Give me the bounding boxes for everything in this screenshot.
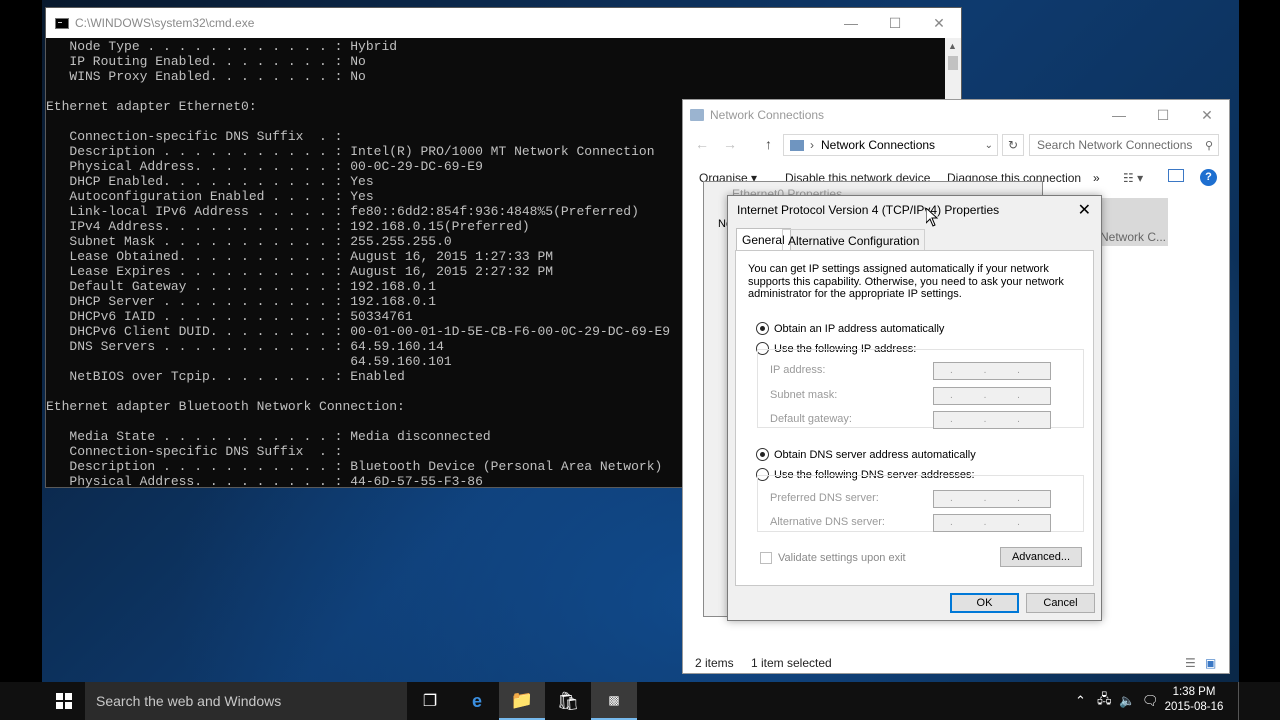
preferred-dns-label: Preferred DNS server: <box>770 492 879 504</box>
cmd-title: C:\WINDOWS\system32\cmd.exe <box>75 16 255 30</box>
cancel-button[interactable]: Cancel <box>1026 593 1095 613</box>
close-icon[interactable]: ✕ <box>1185 100 1229 130</box>
breadcrumb[interactable]: Network Connections <box>821 138 935 152</box>
up-arrow-icon[interactable]: ↑ <box>765 136 772 152</box>
search-placeholder: Search Network Connections <box>1037 138 1193 152</box>
desktop-edge-left <box>0 0 42 682</box>
cmd-window-controls: — ☐ ✕ <box>829 8 961 38</box>
taskbar: Search the web and Windows ❐ e 📁 🛍 ▩ ⌃ 🖧… <box>0 682 1280 720</box>
store-icon[interactable]: 🛍 <box>545 682 591 720</box>
clock-time: 1:38 PM <box>1172 686 1216 698</box>
maximize-icon[interactable]: ☐ <box>873 8 917 38</box>
change-view-icon[interactable]: ☷ ▾ <box>1123 171 1143 185</box>
control-panel-icon <box>790 139 804 151</box>
search-input[interactable]: Search Network Connections ⚲ <box>1029 134 1219 156</box>
edge-browser-icon[interactable]: e <box>454 682 500 720</box>
obtain-ip-auto-radio[interactable] <box>756 322 769 335</box>
mouse-cursor-icon <box>926 208 938 227</box>
cmd-output-line: IP Routing Enabled. . . . . . . . : No <box>46 54 366 69</box>
obtain-dns-auto-radio[interactable] <box>756 448 769 461</box>
intro-text: You can get IP settings assigned automat… <box>748 263 1064 300</box>
default-gateway-label: Default gateway: <box>770 413 852 425</box>
start-button[interactable] <box>44 682 84 720</box>
minimize-icon[interactable]: — <box>829 8 873 38</box>
show-desktop-button[interactable] <box>1238 682 1239 720</box>
more-commands-button[interactable]: » <box>1093 171 1100 185</box>
taskbar-search-input[interactable]: Search the web and Windows <box>85 682 407 720</box>
volume-icon[interactable]: 🔈 <box>1119 682 1135 720</box>
item-count: 2 items <box>695 656 734 670</box>
cmd-icon <box>55 17 69 29</box>
network-folder-icon <box>690 109 704 121</box>
windows-logo-icon <box>56 693 72 709</box>
scroll-up-icon[interactable]: ▲ <box>948 41 957 51</box>
clock-date: 2015-08-16 <box>1164 701 1224 713</box>
dns-settings-group: Preferred DNS server: . . . Alternative … <box>757 475 1084 532</box>
file-explorer-icon[interactable]: 📁 <box>499 682 545 720</box>
dialog-title: Internet Protocol Version 4 (TCP/IPv4) P… <box>737 203 1000 217</box>
task-view-icon[interactable]: ❐ <box>407 682 453 720</box>
desktop-edge-right <box>1239 0 1280 682</box>
preferred-dns-field[interactable]: . . . <box>933 490 1051 508</box>
details-view-icon[interactable]: ☰ <box>1185 656 1196 670</box>
advanced-button[interactable]: Advanced... <box>1000 547 1082 567</box>
tab-alternative-configuration[interactable]: Alternative Configuration <box>782 229 926 250</box>
subnet-mask-label: Subnet mask: <box>770 389 838 401</box>
obtain-ip-auto-radio-row[interactable]: Obtain an IP address automatically <box>756 322 944 335</box>
alternative-dns-field[interactable]: . . . <box>933 514 1051 532</box>
network-window-controls: — ☐ ✕ <box>1097 100 1229 130</box>
address-bar[interactable]: › Network Connections ⌄ <box>783 134 998 156</box>
cmd-output-line: Node Type . . . . . . . . . . . . : Hybr… <box>46 39 398 54</box>
search-icon[interactable]: ⚲ <box>1205 139 1213 152</box>
default-gateway-field[interactable]: . . . <box>933 411 1051 429</box>
obtain-dns-auto-label: Obtain DNS server address automatically <box>774 448 976 461</box>
ipv4-properties-dialog[interactable]: Internet Protocol Version 4 (TCP/IPv4) P… <box>727 195 1102 621</box>
ok-button[interactable]: OK <box>950 593 1019 613</box>
preview-pane-icon[interactable] <box>1168 169 1184 182</box>
subnet-mask-field[interactable]: . . . <box>933 387 1051 405</box>
validate-settings-checkbox[interactable] <box>760 552 772 564</box>
back-arrow-icon[interactable]: ← <box>695 136 709 152</box>
scroll-thumb[interactable] <box>948 56 958 70</box>
selection-count: 1 item selected <box>751 656 832 670</box>
help-icon[interactable]: ? <box>1200 169 1217 186</box>
ip-settings-group: IP address: . . . Subnet mask: . . . Def… <box>757 349 1084 429</box>
action-center-icon[interactable]: 🗨 <box>1142 682 1159 720</box>
validate-settings-row[interactable]: Validate settings upon exit <box>760 552 906 564</box>
network-icon[interactable]: 🖧 <box>1097 682 1112 720</box>
refresh-icon[interactable]: ↻ <box>1002 134 1024 156</box>
network-connections-title: Network Connections <box>710 108 825 122</box>
breadcrumb-separator-icon: › <box>810 138 814 152</box>
maximize-icon[interactable]: ☐ <box>1141 100 1185 130</box>
network-connections-titlebar[interactable]: Network Connections — ☐ ✕ <box>683 100 1229 130</box>
status-bar: 2 items 1 item selected ☰ ▣ <box>683 653 1231 673</box>
alternative-dns-label: Alternative DNS server: <box>770 516 885 528</box>
ip-address-label: IP address: <box>770 364 826 376</box>
chevron-down-icon[interactable]: ⌄ <box>985 140 993 151</box>
taskbar-clock[interactable]: 1:38 PM 2015-08-16 <box>1163 685 1225 715</box>
obtain-ip-auto-label: Obtain an IP address automatically <box>774 322 945 335</box>
forward-arrow-icon[interactable]: → <box>723 136 737 152</box>
show-hidden-icons-icon[interactable]: ⌃ <box>1075 682 1086 720</box>
ip-address-field[interactable]: . . . <box>933 362 1051 380</box>
minimize-icon[interactable]: — <box>1097 100 1141 130</box>
close-icon[interactable]: ✕ <box>917 8 961 38</box>
cmd-output-line <box>46 84 946 99</box>
address-bar-row: ← → ↑ › Network Connections ⌄ ↻ Search N… <box>683 132 1231 158</box>
cmd-titlebar[interactable]: C:\WINDOWS\system32\cmd.exe — ☐ ✕ <box>46 8 961 38</box>
list-item-selected[interactable]: Network C... <box>1098 198 1168 246</box>
tiles-view-icon[interactable]: ▣ <box>1205 656 1216 670</box>
selected-item-label: Network C... <box>1100 230 1167 244</box>
cmd-output-line: WINS Proxy Enabled. . . . . . . . : No <box>46 69 366 84</box>
obtain-dns-auto-radio-row[interactable]: Obtain DNS server address automatically <box>756 448 976 461</box>
validate-settings-label: Validate settings upon exit <box>778 552 906 564</box>
cmd-taskbar-icon[interactable]: ▩ <box>591 682 637 720</box>
close-icon[interactable]: ✕ <box>1078 200 1091 220</box>
general-tab-panel: You can get IP settings assigned automat… <box>735 250 1094 586</box>
